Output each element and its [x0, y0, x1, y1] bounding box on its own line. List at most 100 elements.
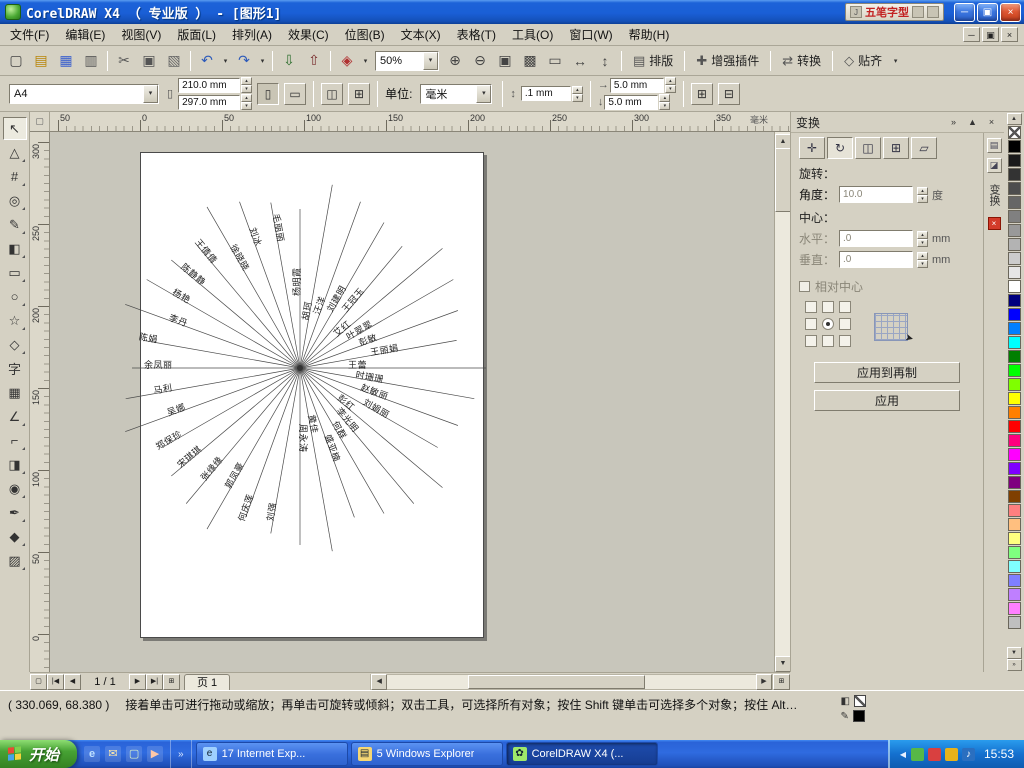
menu-item-11[interactable]: 窗口(W) [561, 24, 620, 45]
spoke-name-24[interactable]: 王倩倩 [193, 237, 220, 266]
ime-settings-icon[interactable] [927, 6, 939, 18]
scroll-right-button[interactable]: ▶ [756, 674, 772, 690]
docker-float-icon[interactable]: ◪ [987, 158, 1002, 173]
undo-dropdown[interactable]: ▾ [220, 49, 231, 73]
fill-color-indicator[interactable] [854, 695, 866, 707]
menu-item-7[interactable]: 位图(B) [337, 24, 393, 45]
shape-tool[interactable]: △ [3, 141, 27, 164]
task-button-1[interactable]: e17 Internet Exp... [196, 742, 348, 766]
spoke-name-1[interactable]: 王蕾 [348, 359, 367, 370]
color-swatch-9[interactable] [1008, 252, 1021, 265]
vertical-ruler[interactable]: 300250200150100500 [30, 132, 50, 672]
restore-button[interactable]: ▣ [977, 3, 998, 22]
vertical-scrollbar[interactable]: ▲ ▼ [774, 132, 790, 672]
palette-scroll-up-button[interactable]: ▲ [1007, 113, 1022, 125]
task-button-3[interactable]: ✿CorelDRAW X4 (... [506, 742, 658, 766]
import-button[interactable]: ⇩ [277, 49, 301, 73]
internet-explorer-quicklaunch[interactable]: e [84, 746, 100, 762]
center-vertical-field[interactable]: .0 [839, 251, 913, 268]
menu-item-12[interactable]: 帮助(H) [621, 24, 678, 45]
connector-tool[interactable]: ⌐ [3, 429, 27, 452]
zoom-in-button[interactable]: ⊕ [443, 49, 467, 73]
spoke-name-22[interactable]: 杨艳 [171, 286, 193, 305]
all-pages-layout-button[interactable]: ◫ [321, 83, 343, 105]
apply-to-duplicate-button[interactable]: 应用到再制 [814, 362, 960, 383]
anchor-cell-7[interactable] [805, 335, 817, 347]
fill-tool[interactable]: ◆ [3, 525, 27, 548]
zoom-combo-arrow[interactable]: ▾ [423, 52, 438, 70]
spoke-name-12[interactable]: 何庆莲 [235, 492, 255, 523]
next-page-button[interactable]: ▶ [129, 674, 146, 690]
zoom-tool[interactable]: ◎ [3, 189, 27, 212]
color-swatch-27[interactable] [1008, 504, 1021, 517]
paper-height-spinner[interactable]: ▴▾ [241, 94, 252, 110]
treat-as-filled-button[interactable]: ⊞ [691, 83, 713, 105]
center-horizontal-spinner[interactable]: ▴▾ [917, 231, 928, 247]
color-swatch-21[interactable] [1008, 420, 1021, 433]
anchor-cell-2[interactable] [822, 301, 834, 313]
ruler-origin-corner[interactable]: ▢ [30, 112, 50, 132]
redo-button[interactable]: ↷ [232, 49, 256, 73]
paper-size-combo[interactable]: A4 ▾ [9, 84, 159, 104]
spoke-name-25[interactable]: 徐晓晓 [228, 242, 252, 272]
new-button[interactable]: ▢ [4, 49, 28, 73]
color-swatch-14[interactable] [1008, 322, 1021, 335]
smart-fill-tool[interactable]: ◧ [3, 237, 27, 260]
palette-expand-button[interactable]: » [1007, 659, 1022, 671]
layout-button[interactable]: ▤排版 [626, 49, 680, 73]
undo-button[interactable]: ↶ [195, 49, 219, 73]
print-button[interactable]: ▥ [79, 49, 103, 73]
portrait-button[interactable]: ▯ [257, 83, 279, 105]
paste-button[interactable]: ▧ [162, 49, 186, 73]
ime-toolbar[interactable]: J 五笔字型 [845, 3, 944, 21]
outline-pen-tool[interactable]: ✒ [3, 501, 27, 524]
page-sorter-button[interactable]: ▢ [30, 674, 47, 690]
spoke-name-26[interactable]: 刘冰 [248, 226, 265, 248]
convert-button[interactable]: ⇄转换 [775, 49, 828, 73]
color-swatch-33[interactable] [1008, 588, 1021, 601]
menu-item-4[interactable]: 版面(L) [169, 24, 224, 45]
table-tool[interactable]: ▦ [3, 381, 27, 404]
spoke-line-17[interactable] [125, 368, 300, 432]
snap-button[interactable]: ◇贴齐 [837, 49, 889, 73]
transform-tab-size[interactable]: ⊞ [883, 137, 909, 159]
zoom-selected-button[interactable]: ▣ [493, 49, 517, 73]
color-swatch-20[interactable] [1008, 406, 1021, 419]
paper-size-combo-arrow[interactable]: ▾ [143, 85, 158, 103]
ime-mode-icon[interactable]: J [850, 6, 862, 18]
basic-shapes-tool[interactable]: ◇ [3, 333, 27, 356]
page[interactable]: 王蕾时珊珊赵敏丽刘娟丽彭红李光明何群盛亚楠黄佳周永涛刘强何庆莲郭凤豪张缘缘宋琪琪… [140, 152, 484, 638]
zoom-level-combo[interactable]: 50%▾ [375, 51, 439, 71]
color-swatch-23[interactable] [1008, 448, 1021, 461]
document-navigator-button[interactable]: ⊞ [773, 674, 790, 690]
close-button[interactable]: × [1000, 3, 1021, 22]
menu-item-2[interactable]: 编辑(E) [57, 24, 113, 45]
redo-dropdown[interactable]: ▾ [257, 49, 268, 73]
nudge-offset-spinner[interactable]: ▴▾ [572, 86, 583, 102]
antivirus-tray-icon[interactable] [928, 748, 941, 761]
scroll-left-button[interactable]: ◀ [371, 674, 387, 690]
spoke-name-15[interactable]: 宋琪琪 [175, 443, 204, 470]
no-color-swatch[interactable] [1008, 126, 1021, 139]
plugins-button[interactable]: ✚增强插件 [689, 49, 766, 73]
rectangle-tool[interactable]: ▭ [3, 261, 27, 284]
spoke-name-17[interactable]: 吴娜 [165, 401, 187, 418]
zoom-page-width-button[interactable]: ↔ [568, 49, 592, 73]
anchor-cell-4[interactable] [805, 318, 817, 330]
first-page-button[interactable]: |◀ [47, 674, 64, 690]
color-swatch-4[interactable] [1008, 182, 1021, 195]
color-swatch-2[interactable] [1008, 154, 1021, 167]
color-swatch-8[interactable] [1008, 238, 1021, 251]
docker-rollup-button[interactable]: ▲ [965, 115, 980, 130]
freehand-tool[interactable]: ✎ [3, 213, 27, 236]
starburst-drawing[interactable]: 王蕾时珊珊赵敏丽刘娟丽彭红李光明何群盛亚楠黄佳周永涛刘强何庆莲郭凤豪张缘缘宋琪琪… [140, 152, 484, 638]
menu-item-6[interactable]: 效果(C) [280, 24, 337, 45]
tray-expand-arrow[interactable]: ◀ [900, 750, 906, 759]
current-page-layout-button[interactable]: ⊞ [348, 83, 370, 105]
transform-docker-tab[interactable]: 变换 [986, 178, 1002, 212]
color-swatch-24[interactable] [1008, 462, 1021, 475]
previous-page-button[interactable]: ◀ [64, 674, 81, 690]
color-swatch-1[interactable] [1008, 140, 1021, 153]
angle-field[interactable]: 10.0 [839, 186, 913, 203]
color-swatch-35[interactable] [1008, 616, 1021, 629]
